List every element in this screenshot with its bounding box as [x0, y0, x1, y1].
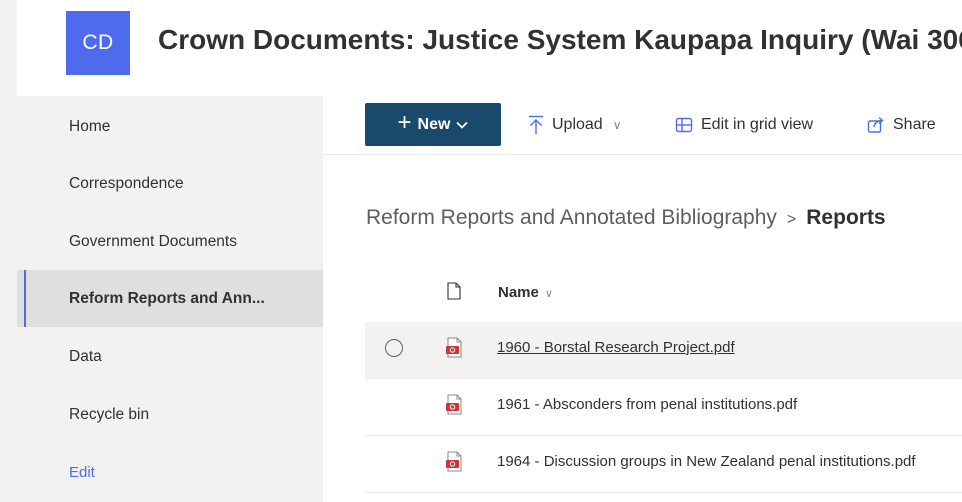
- new-button[interactable]: + New: [365, 103, 501, 146]
- table-row[interactable]: 1964 - Discussion groups in New Zealand …: [365, 436, 962, 493]
- chevron-down-icon: ∨: [612, 118, 622, 132]
- site-header: CD Crown Documents: Justice System Kaupa…: [17, 0, 962, 96]
- list-header-row: Name ∨: [365, 268, 962, 320]
- nav-item-label: Correspondence: [69, 174, 184, 192]
- breadcrumb-current[interactable]: Reports: [806, 206, 885, 229]
- upload-icon: [529, 115, 543, 134]
- breadcrumb: Reform Reports and Annotated Bibliograph…: [366, 206, 962, 230]
- command-bar: + New Upload ∨ Edit in grid view Share: [323, 96, 962, 155]
- nav-item-label: Home: [69, 117, 111, 135]
- share-label: Share: [893, 116, 936, 133]
- file-name-link[interactable]: 1960 - Borstal Research Project.pdf: [497, 339, 962, 356]
- column-header-name[interactable]: Name ∨: [498, 284, 553, 301]
- upload-button[interactable]: Upload ∨: [528, 112, 622, 138]
- edit-grid-label: Edit in grid view: [701, 116, 814, 133]
- pdf-icon: [446, 394, 462, 415]
- site-logo[interactable]: CD: [66, 11, 130, 75]
- table-row[interactable]: 1960 - Borstal Research Project.pdf: [365, 322, 962, 379]
- site-title[interactable]: Crown Documents: Justice System Kaupapa …: [158, 24, 962, 56]
- file-name-link[interactable]: 1961 - Absconders from penal institution…: [497, 396, 962, 413]
- chevron-down-icon: [456, 121, 469, 129]
- nav-item-correspondence[interactable]: Correspondence: [17, 155, 323, 212]
- pdf-icon: [446, 451, 462, 472]
- breadcrumb-separator: >: [786, 211, 797, 228]
- nav-item-label: Reform Reports and Ann...: [69, 289, 265, 307]
- nav-item-label: Data: [69, 347, 102, 365]
- nav-edit-label: Edit: [69, 464, 95, 481]
- nav-item-government-documents[interactable]: Government Documents: [17, 213, 323, 270]
- grid-icon: [675, 117, 693, 133]
- new-button-label: New: [417, 115, 451, 133]
- column-header-label: Name: [498, 284, 539, 301]
- nav-item-label: Government Documents: [69, 232, 237, 250]
- nav-edit-link[interactable]: Edit: [17, 444, 323, 501]
- document-library: + New Upload ∨ Edit in grid view Share R…: [323, 96, 962, 502]
- share-icon: [867, 116, 884, 133]
- edit-grid-view-button[interactable]: Edit in grid view: [675, 112, 813, 138]
- row-select-radio[interactable]: [385, 339, 403, 357]
- share-button[interactable]: Share: [867, 112, 936, 138]
- breadcrumb-parent[interactable]: Reform Reports and Annotated Bibliograph…: [366, 206, 777, 229]
- nav-item-label: Recycle bin: [69, 405, 150, 423]
- pdf-icon: [446, 337, 462, 358]
- nav-item-recycle-bin[interactable]: Recycle bin: [17, 386, 323, 443]
- table-row[interactable]: 1961 - Absconders from penal institution…: [365, 379, 962, 436]
- nav-item-data[interactable]: Data: [17, 328, 323, 385]
- plus-icon: +: [397, 109, 412, 136]
- file-name-link[interactable]: 1964 - Discussion groups in New Zealand …: [497, 453, 962, 470]
- nav-item-reform-reports[interactable]: Reform Reports and Ann...: [17, 270, 323, 327]
- left-navigation: Home Correspondence Government Documents…: [17, 96, 323, 502]
- document-type-icon: [447, 282, 461, 300]
- upload-label: Upload: [552, 116, 603, 133]
- nav-item-home[interactable]: Home: [17, 98, 323, 155]
- chevron-down-icon: ∨: [544, 288, 553, 300]
- app-edge-strip: [0, 0, 17, 502]
